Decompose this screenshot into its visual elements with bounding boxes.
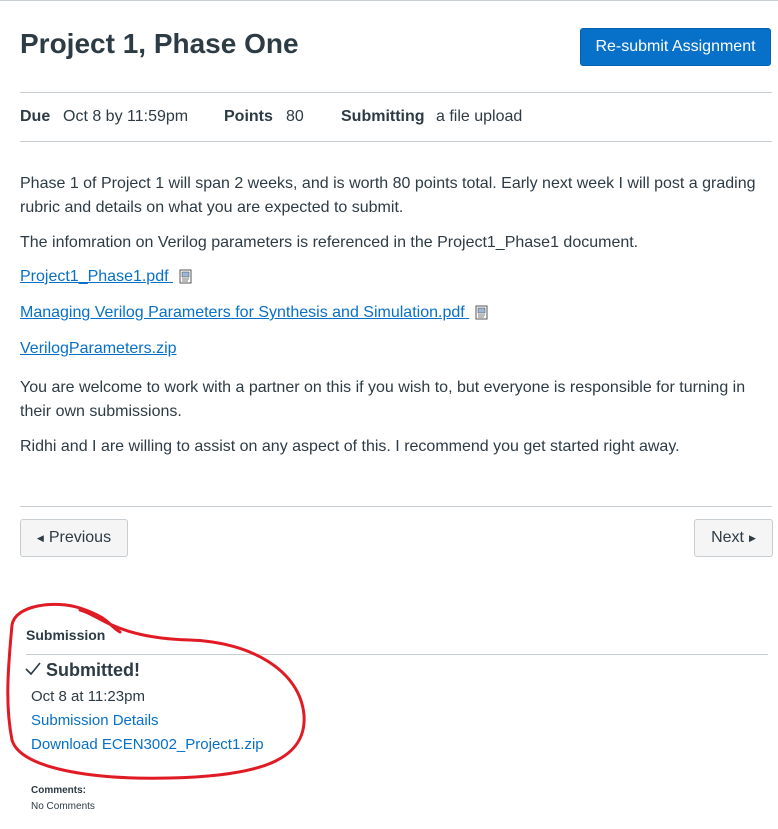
page-title: Project 1, Phase One (20, 28, 299, 59)
caret-right-icon: ▶ (748, 532, 756, 543)
divider (20, 506, 772, 507)
comments-label: Comments: (31, 785, 87, 796)
file-link-label[interactable]: Managing Verilog Parameters for Synthesi… (20, 304, 465, 321)
submission-heading: Submission (26, 627, 106, 643)
submitting-value: a file upload (436, 108, 523, 125)
document-preview-icon[interactable] (179, 269, 193, 284)
caret-left-icon: ◀ (36, 532, 44, 543)
file-link-label[interactable]: Project1_Phase1.pdf (20, 268, 169, 285)
download-submission-link[interactable]: Download ECEN3002_Project1.zip (31, 736, 264, 753)
description-paragraph: Phase 1 of Project 1 will span 2 weeks, … (20, 175, 756, 216)
description-paragraph: The infomration on Verilog parameters is… (20, 234, 639, 251)
divider (20, 92, 772, 93)
points-label: Points (224, 108, 273, 125)
file-link-project1-phase1[interactable]: Project1_Phase1.pdf (20, 268, 193, 286)
next-button-label: Next (711, 529, 744, 546)
file-link-managing-verilog-parameters[interactable]: Managing Verilog Parameters for Synthesi… (20, 304, 489, 322)
submission-date: Oct 8 at 11:23pm (31, 688, 145, 705)
previous-button[interactable]: ◀ Previous (20, 519, 128, 557)
divider (26, 654, 768, 655)
submission-details-link[interactable]: Submission Details (31, 712, 159, 729)
file-link-verilog-parameters-zip[interactable]: VerilogParameters.zip (20, 340, 177, 358)
due-value: Oct 8 by 11:59pm (63, 108, 189, 125)
due-label: Due (20, 108, 51, 125)
document-preview-icon[interactable] (475, 305, 489, 320)
submitting-label: Submitting (341, 108, 425, 125)
previous-button-label: Previous (48, 529, 112, 546)
points-value: 80 (286, 108, 304, 125)
checkmark-icon (25, 662, 41, 676)
description-paragraph: Ridhi and I are willing to assist on any… (20, 438, 680, 455)
divider (20, 141, 772, 142)
next-button[interactable]: Next ▶ (694, 519, 773, 557)
resubmit-assignment-button[interactable]: Re-submit Assignment (580, 28, 771, 66)
description-paragraph: You are welcome to work with a partner o… (20, 379, 746, 420)
top-border (0, 0, 778, 1)
comments-value: No Comments (31, 801, 95, 812)
submission-status: Submitted! (46, 660, 140, 680)
